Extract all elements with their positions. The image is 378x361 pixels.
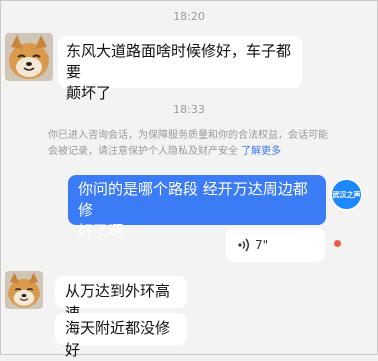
service-avatar-label: 武汉之声: [332, 190, 361, 199]
shiba-dog-avatar-icon: [5, 33, 53, 81]
message-bubble-incoming[interactable]: 东风大道路面啥时候修好，车子都要 颠坏了: [58, 36, 302, 102]
message-text-line: 颠坏了: [66, 84, 112, 102]
system-notice-text: 你已进入咨询会话，为保障服务质量和你的合法权益，会话可能会被记录，请注意保护个人…: [48, 130, 328, 157]
message-bubble-incoming[interactable]: 海天附近都没修好: [55, 313, 187, 359]
message-text-line: 东风大道路面啥时候修好，车子都要: [66, 42, 292, 81]
timestamp: 18:33: [173, 103, 205, 116]
message-text-line: 你问的是哪个路段 经开万达周边都修: [78, 180, 308, 219]
user-avatar[interactable]: [5, 33, 53, 81]
timestamp: 18:20: [173, 10, 205, 23]
system-notice: 你已进入咨询会话，为保障服务质量和你的合法权益，会话可能会被记录，请注意保护个人…: [48, 128, 330, 160]
voice-duration: 7": [255, 238, 269, 252]
learn-more-link[interactable]: 了解更多: [241, 146, 281, 157]
voice-message[interactable]: 7": [226, 228, 325, 262]
message-bubble-incoming[interactable]: 从万达到外环高速: [55, 276, 187, 322]
unread-dot: [334, 240, 341, 247]
user-avatar[interactable]: [5, 271, 43, 309]
sound-wave-icon: [238, 238, 249, 252]
message-bubble-outgoing[interactable]: 你问的是哪个路段 经开万达周边都修 好了啊: [68, 175, 326, 240]
shiba-dog-avatar-icon: [5, 271, 43, 309]
service-avatar[interactable]: 武汉之声: [330, 178, 363, 211]
